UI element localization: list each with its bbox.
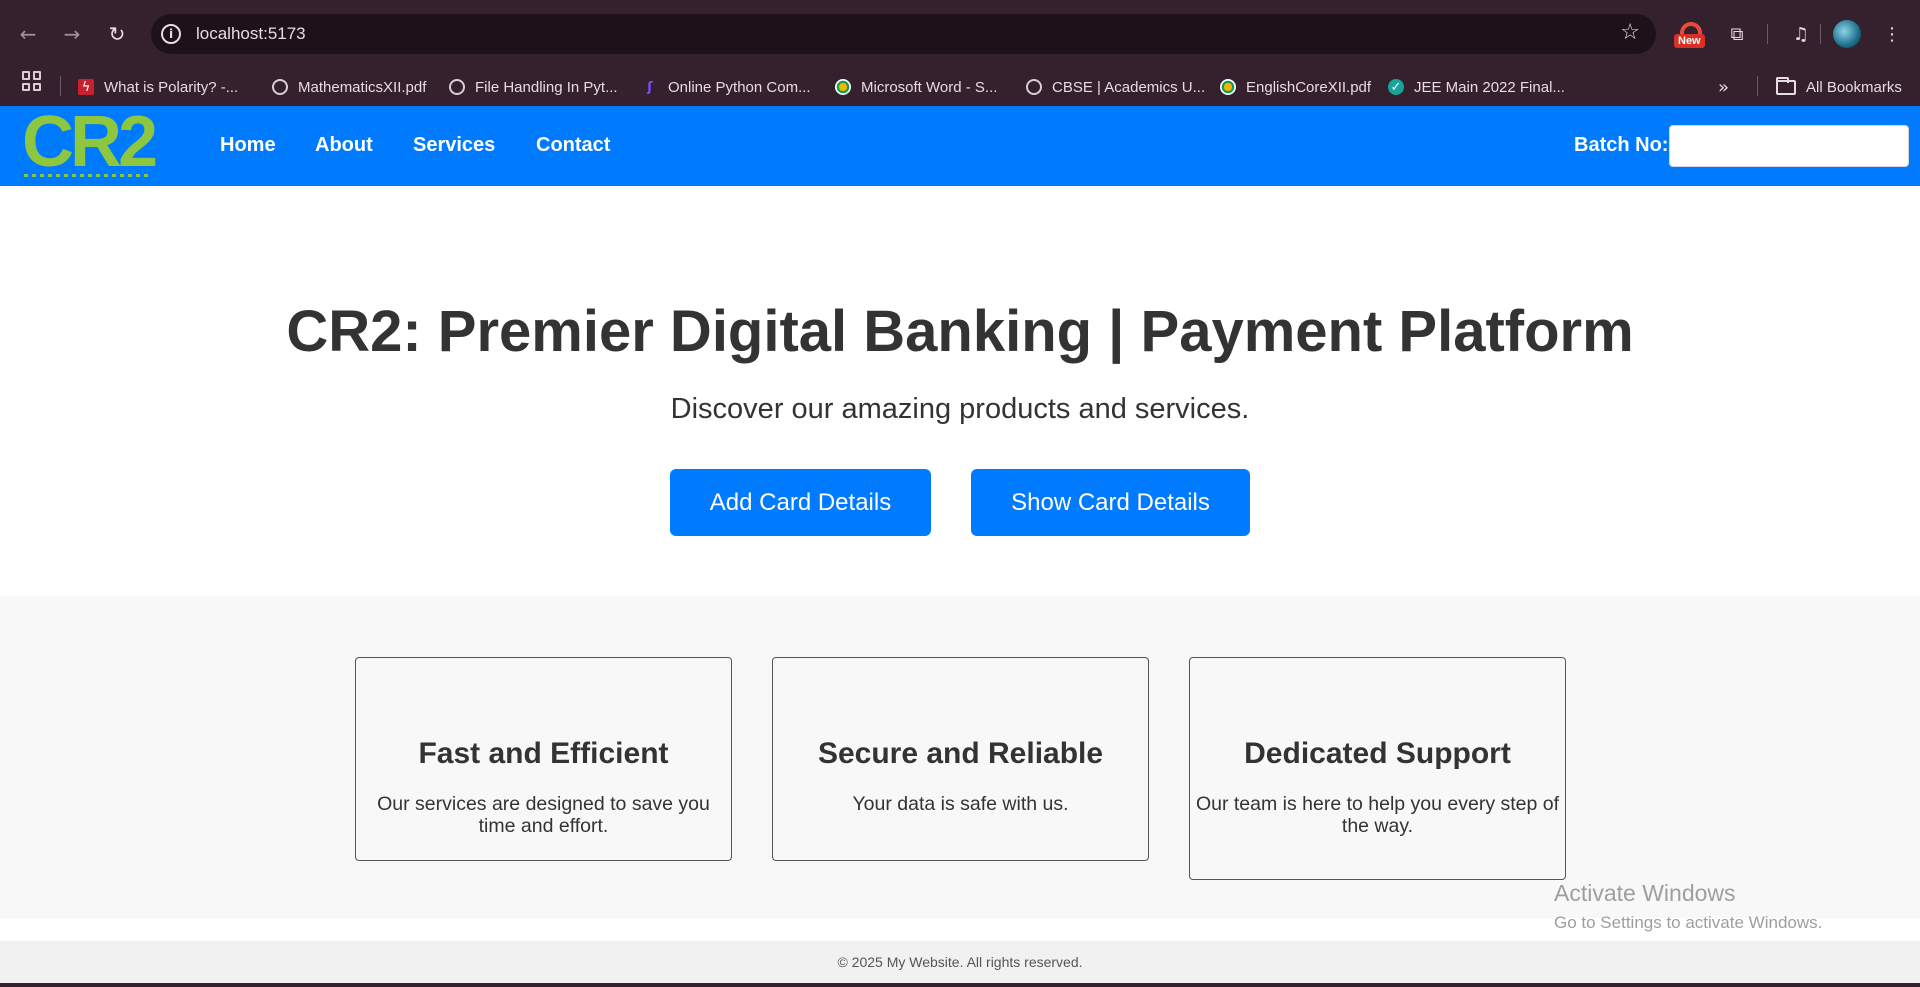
- bookmarks-divider: [60, 76, 61, 96]
- reload-icon[interactable]: ↻: [101, 18, 133, 50]
- nav-about[interactable]: About: [315, 134, 373, 157]
- new-badge: New: [1674, 34, 1705, 48]
- feature-text: Our team is here to help you every step …: [1195, 793, 1560, 837]
- nav-services[interactable]: Services: [413, 134, 495, 157]
- features-section: Fast and Efficient Our services are desi…: [0, 596, 1920, 918]
- footer-copyright: © 2025 My Website. All rights reserved.: [837, 954, 1083, 970]
- window-bottom-edge: [0, 983, 1920, 987]
- feature-text: Your data is safe with us.: [852, 793, 1069, 815]
- nav-home[interactable]: Home: [220, 134, 276, 157]
- globe-icon: [1026, 79, 1042, 95]
- forward-arrow-icon[interactable]: →: [56, 18, 88, 50]
- all-bookmarks-label: All Bookmarks: [1806, 78, 1902, 96]
- bookmark-label: MathematicsXII.pdf: [298, 78, 427, 96]
- cr2-logo[interactable]: CR2: [22, 106, 158, 180]
- bookmark-item[interactable]: MathematicsXII.pdf: [272, 67, 426, 107]
- feature-title: Fast and Efficient: [418, 737, 669, 770]
- logo-dots: [24, 174, 152, 177]
- bookmark-label: Online Python Com...: [668, 78, 811, 96]
- toolbar-divider: [1820, 24, 1821, 44]
- hero-subtitle: Discover our amazing products and servic…: [670, 393, 1250, 425]
- bookmark-label: Microsoft Word - S...: [861, 78, 998, 96]
- bookmark-label: CBSE | Academics U...: [1052, 78, 1206, 96]
- new-extension-icon[interactable]: New: [1674, 20, 1708, 52]
- profile-avatar[interactable]: [1833, 20, 1861, 48]
- browser-menu-icon[interactable]: ⋮: [1878, 20, 1906, 48]
- bookmark-label: What is Polarity? -...: [104, 78, 239, 96]
- bolt-favicon-icon: ϟ: [78, 79, 94, 95]
- watermark-title: Activate Windows: [1554, 880, 1736, 906]
- bookmark-item[interactable]: ʃ Online Python Com...: [642, 67, 811, 107]
- watermark-subtitle: Go to Settings to activate Windows.: [1554, 913, 1823, 932]
- apps-grid-icon[interactable]: [22, 71, 42, 91]
- add-card-details-button[interactable]: Add Card Details: [670, 469, 931, 536]
- site-footer: © 2025 My Website. All rights reserved.: [0, 941, 1920, 983]
- feature-card: Dedicated Support Our team is here to he…: [1189, 657, 1566, 880]
- feature-title: Secure and Reliable: [817, 737, 1104, 770]
- more-bookmarks-chevron-icon[interactable]: »: [1718, 67, 1729, 107]
- bookmark-star-icon[interactable]: ☆: [1620, 20, 1640, 45]
- bookmark-item[interactable]: EnglishCoreXII.pdf: [1220, 67, 1371, 107]
- bookmarks-divider: [1757, 76, 1758, 96]
- bookmark-label: EnglishCoreXII.pdf: [1246, 78, 1372, 96]
- bookmark-item[interactable]: Microsoft Word - S...: [835, 67, 997, 107]
- bookmark-item[interactable]: CBSE | Academics U...: [1026, 67, 1205, 107]
- bookmark-item[interactable]: File Handling In Pyt...: [449, 67, 618, 107]
- feature-text: Our services are designed to save you ti…: [377, 793, 710, 837]
- folder-icon: [1776, 76, 1796, 95]
- bookmark-item[interactable]: ✓ JEE Main 2022 Final...: [1388, 67, 1565, 107]
- bookmark-item[interactable]: ϟ What is Polarity? -...: [78, 67, 238, 107]
- browser-toolbar: ← → ↻ i localhost:5173 ☆ New ⧉ ♫ ⋮: [0, 0, 1920, 67]
- feature-card: Fast and Efficient Our services are desi…: [355, 657, 732, 861]
- toolbar-divider: [1767, 24, 1768, 44]
- bookmark-label: JEE Main 2022 Final...: [1414, 78, 1565, 96]
- hero-title: CR2: Premier Digital Banking | Payment P…: [286, 299, 1634, 364]
- bookmark-label: File Handling In Pyt...: [475, 78, 618, 96]
- jee-favicon-icon: ✓: [1388, 79, 1404, 95]
- all-bookmarks-button[interactable]: All Bookmarks: [1776, 67, 1902, 107]
- logo-text: CR2: [22, 102, 158, 182]
- site-header: CR2 Home About Services Contact Batch No…: [0, 106, 1920, 186]
- globe-icon: [449, 79, 465, 95]
- batch-label: Batch No:: [1574, 134, 1669, 156]
- feature-card: Secure and Reliable Your data is safe wi…: [772, 657, 1149, 861]
- batch-number-input[interactable]: [1669, 125, 1909, 167]
- dot-favicon-icon: [835, 79, 851, 95]
- dot-favicon-icon: [1220, 79, 1236, 95]
- address-bar[interactable]: i localhost:5173 ☆: [151, 14, 1656, 54]
- windows-activation-watermark: Activate Windows Go to Settings to activ…: [1554, 880, 1822, 933]
- address-url[interactable]: localhost:5173: [196, 24, 306, 44]
- nav-contact[interactable]: Contact: [536, 134, 610, 157]
- media-control-icon[interactable]: ♫: [1787, 20, 1815, 48]
- site-info-icon[interactable]: i: [161, 24, 181, 44]
- extensions-puzzle-icon[interactable]: ⧉: [1723, 20, 1751, 48]
- back-arrow-icon[interactable]: ←: [12, 18, 44, 50]
- show-card-details-button[interactable]: Show Card Details: [971, 469, 1250, 536]
- colab-favicon-icon: ʃ: [647, 79, 653, 95]
- feature-title: Dedicated Support: [1244, 737, 1511, 770]
- globe-icon: [272, 79, 288, 95]
